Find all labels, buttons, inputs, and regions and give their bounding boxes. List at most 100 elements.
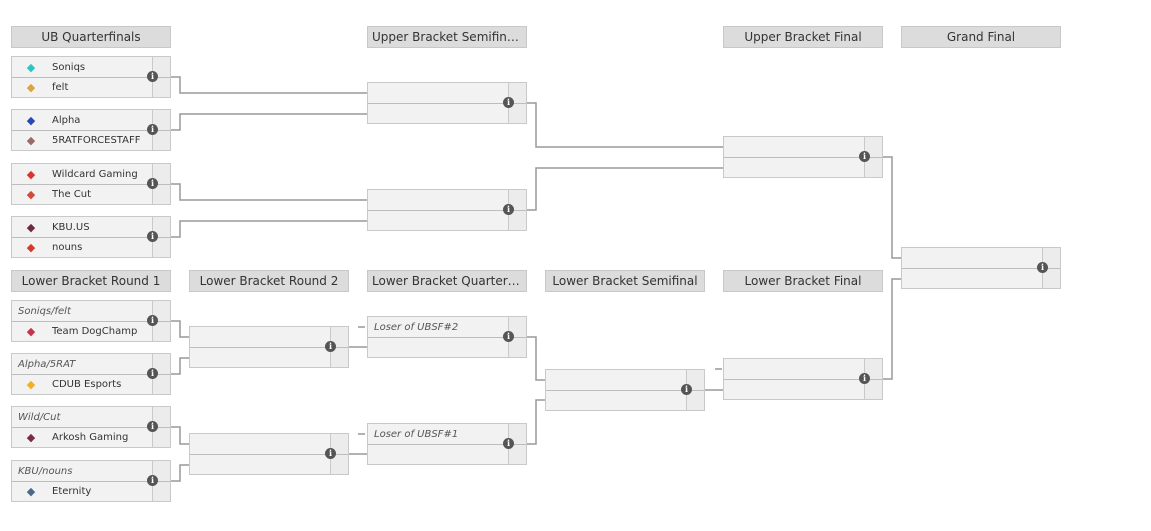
match-lbr1d[interactable]: KBU/nouns ◆ Eternity i <box>11 460 171 502</box>
team-slot[interactable]: Alpha/5RAT <box>12 354 153 375</box>
felt-logo-icon: ◆ <box>26 80 36 94</box>
match-ubqf1[interactable]: ◆ Soniqs ◆ felt i <box>11 56 171 98</box>
info-icon[interactable]: i <box>147 178 158 189</box>
info-icon[interactable]: i <box>147 71 158 82</box>
info-icon[interactable]: i <box>147 315 158 326</box>
team-slot[interactable]: ◆ CDUB Esports <box>12 374 153 394</box>
match-ubsf1[interactable]: i <box>367 82 527 124</box>
team-slot[interactable]: ◆ nouns <box>12 237 153 257</box>
team-slot[interactable]: ◆ KBU.US <box>12 217 153 238</box>
team-slot[interactable] <box>368 190 509 211</box>
connector-line <box>171 183 367 201</box>
info-icon[interactable]: i <box>325 448 336 459</box>
match-ubqf2[interactable]: ◆ Alpha ◆ 5RATFORCESTAFF i <box>11 109 171 151</box>
team-slot[interactable] <box>368 444 509 464</box>
team-slot[interactable]: ◆ Team DogChamp <box>12 321 153 341</box>
team-slot[interactable] <box>724 157 865 177</box>
team-name: Soniqs <box>52 61 86 73</box>
header-ubqf: UB Quarterfinals <box>11 26 171 48</box>
match-lbr1b[interactable]: Alpha/5RAT ◆ CDUB Esports i <box>11 353 171 395</box>
info-icon[interactable]: i <box>147 124 158 135</box>
info-icon[interactable]: i <box>1037 262 1048 273</box>
info-icon[interactable]: i <box>325 341 336 352</box>
match-ubqf4[interactable]: ◆ KBU.US ◆ nouns i <box>11 216 171 258</box>
match-ubqf3[interactable]: ◆ Wildcard Gaming ◆ The Cut i <box>11 163 171 205</box>
dogchamp-logo-icon: ◆ <box>26 324 36 338</box>
info-icon[interactable]: i <box>147 368 158 379</box>
info-icon[interactable]: i <box>681 384 692 395</box>
info-icon[interactable]: i <box>503 438 514 449</box>
team-name: Alpha <box>52 114 81 126</box>
info-icon[interactable]: i <box>147 421 158 432</box>
connector-line <box>171 357 189 375</box>
team-slot[interactable] <box>902 268 1043 288</box>
team-slot[interactable]: Loser of UBSF#2 <box>368 317 509 338</box>
placeholder-label: Loser of UBSF#1 <box>374 428 459 440</box>
team-slot[interactable]: KBU/nouns <box>12 461 153 482</box>
team-name: KBU.US <box>52 221 90 233</box>
team-slot[interactable] <box>190 434 331 455</box>
team-slot[interactable] <box>190 347 331 367</box>
team-name: The Cut <box>52 188 92 200</box>
info-icon[interactable]: i <box>147 231 158 242</box>
team-slot[interactable]: ◆ Wildcard Gaming <box>12 164 153 185</box>
info-icon[interactable]: i <box>503 97 514 108</box>
match-lbsf[interactable]: i <box>545 369 705 411</box>
team-name: Arkosh Gaming <box>52 431 129 443</box>
header-lbf: Lower Bracket Final <box>723 270 883 292</box>
team-slot[interactable] <box>724 359 865 380</box>
header-ubf: Upper Bracket Final <box>723 26 883 48</box>
header-ubsf: Upper Bracket Semifinals <box>367 26 527 48</box>
team-slot[interactable]: ◆ Alpha <box>12 110 153 131</box>
team-slot[interactable] <box>724 379 865 399</box>
match-ubsf2[interactable]: i <box>367 189 527 231</box>
match-lbqf1[interactable]: Loser of UBSF#2 i <box>367 316 527 358</box>
match-lbr2a[interactable]: i <box>189 326 349 368</box>
bracket: UB Quarterfinals Upper Bracket Semifinals… <box>0 0 1151 531</box>
info-icon[interactable]: i <box>503 331 514 342</box>
team-slot[interactable]: Loser of UBSF#1 <box>368 424 509 445</box>
info-icon[interactable]: i <box>147 475 158 486</box>
team-slot[interactable] <box>368 83 509 104</box>
team-name: 5RATFORCESTAFF <box>52 134 141 146</box>
connector-line <box>171 320 189 338</box>
match-gf[interactable]: i <box>901 247 1061 289</box>
match-lbf[interactable]: i <box>723 358 883 400</box>
match-lbr1a[interactable]: Soniqs/felt ◆ Team DogChamp i <box>11 300 171 342</box>
team-slot[interactable]: ◆ Eternity <box>12 481 153 501</box>
match-ubf[interactable]: i <box>723 136 883 178</box>
connector-line <box>527 336 545 381</box>
team-slot[interactable] <box>368 103 509 123</box>
team-slot[interactable] <box>724 137 865 158</box>
placeholder-label: KBU/nouns <box>18 465 73 477</box>
team-name: felt <box>52 81 69 93</box>
team-slot[interactable]: Wild/Cut <box>12 407 153 428</box>
connector-line <box>171 113 367 131</box>
team-slot[interactable]: ◆ Arkosh Gaming <box>12 427 153 447</box>
team-slot[interactable] <box>368 210 509 230</box>
connector-line <box>527 167 723 211</box>
placeholder-label: Alpha/5RAT <box>18 358 76 370</box>
info-icon[interactable]: i <box>503 204 514 215</box>
info-icon[interactable]: i <box>859 373 870 384</box>
team-slot[interactable]: ◆ felt <box>12 77 153 97</box>
team-name: Wildcard Gaming <box>52 168 138 180</box>
team-slot[interactable]: ◆ 5RATFORCESTAFF <box>12 130 153 150</box>
match-lbqf2[interactable]: Loser of UBSF#1 i <box>367 423 527 465</box>
team-slot[interactable] <box>190 454 331 474</box>
team-slot[interactable] <box>546 370 687 391</box>
team-slot[interactable]: ◆ Soniqs <box>12 57 153 78</box>
team-slot[interactable] <box>368 337 509 357</box>
info-icon[interactable]: i <box>859 151 870 162</box>
match-lbr2b[interactable]: i <box>189 433 349 475</box>
team-slot[interactable] <box>546 390 687 410</box>
wildcard-logo-icon: ◆ <box>26 167 36 181</box>
team-slot[interactable] <box>902 248 1043 269</box>
match-lbr1c[interactable]: Wild/Cut ◆ Arkosh Gaming i <box>11 406 171 448</box>
team-name: Team DogChamp <box>52 325 138 337</box>
team-slot[interactable]: ◆ The Cut <box>12 184 153 204</box>
team-slot[interactable] <box>190 327 331 348</box>
placeholder-label: Wild/Cut <box>18 411 61 423</box>
connector-line <box>527 399 545 445</box>
team-slot[interactable]: Soniqs/felt <box>12 301 153 322</box>
